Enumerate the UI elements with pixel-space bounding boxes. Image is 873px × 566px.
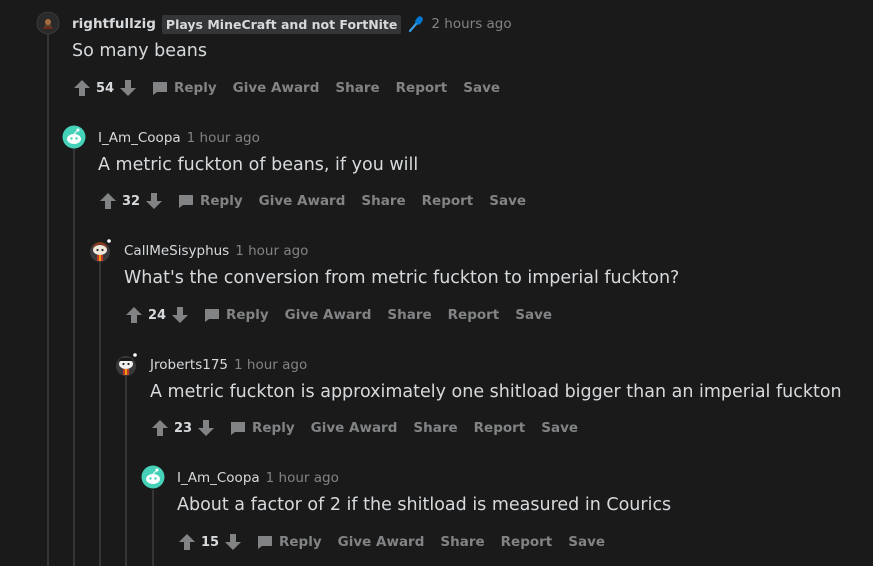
- save-button[interactable]: Save: [541, 420, 578, 436]
- share-button[interactable]: Share: [387, 307, 431, 323]
- give-award-button[interactable]: Give Award: [285, 307, 372, 323]
- reply-label: Reply: [252, 420, 295, 436]
- share-button[interactable]: Share: [361, 193, 405, 209]
- upvote-arrow-icon: [100, 193, 116, 209]
- report-button[interactable]: Report: [422, 193, 474, 209]
- username[interactable]: rightfullzig: [72, 16, 156, 32]
- reply-button[interactable]: Reply: [152, 80, 217, 96]
- threadline-level-5[interactable]: [152, 490, 154, 566]
- comment-body: A metric fuckton is approximately one sh…: [150, 382, 842, 402]
- username[interactable]: I_Am_Coopa: [177, 470, 260, 486]
- give-award-button[interactable]: Give Award: [259, 193, 346, 209]
- threadline-level-3[interactable]: [99, 262, 101, 566]
- vote-score: 15: [200, 534, 220, 550]
- threadline-level-1[interactable]: [47, 34, 49, 566]
- share-button[interactable]: Share: [413, 420, 457, 436]
- give-award-button[interactable]: Give Award: [233, 80, 320, 96]
- downvote-button[interactable]: [223, 532, 243, 552]
- avatar[interactable]: [114, 352, 138, 376]
- avatar[interactable]: [141, 465, 165, 489]
- share-button[interactable]: Share: [335, 80, 379, 96]
- downvote-arrow-icon: [146, 193, 162, 209]
- comment-actions: 32 Reply Give Award Share Report Save: [98, 189, 526, 213]
- report-button[interactable]: Report: [448, 307, 500, 323]
- upvote-arrow-icon: [152, 420, 168, 436]
- snoo-teal-avatar-icon: [141, 465, 165, 489]
- upvote-button[interactable]: [72, 78, 92, 98]
- reply-button[interactable]: Reply: [230, 420, 295, 436]
- save-button[interactable]: Save: [515, 307, 552, 323]
- username[interactable]: CallMeSisyphus: [124, 243, 229, 259]
- comment-bubble-icon: [178, 193, 194, 209]
- comment-bubble-icon: [230, 420, 246, 436]
- give-award-button[interactable]: Give Award: [338, 534, 425, 550]
- upvote-arrow-icon: [126, 307, 142, 323]
- comment-actions: 15 Reply Give Award Share Report Save: [177, 530, 605, 554]
- timestamp[interactable]: 1 hour ago: [235, 243, 308, 259]
- upvote-button[interactable]: [177, 532, 197, 552]
- downvote-arrow-icon: [172, 307, 188, 323]
- reply-label: Reply: [200, 193, 243, 209]
- comment-body: A metric fuckton of beans, if you will: [98, 155, 419, 175]
- comment-bubble-icon: [257, 534, 273, 550]
- upvote-arrow-icon: [179, 534, 195, 550]
- snoo-teal-avatar-icon: [62, 125, 86, 149]
- upvote-button[interactable]: [150, 418, 170, 438]
- downvote-button[interactable]: [196, 418, 216, 438]
- comment-body: About a factor of 2 if the shitload is m…: [177, 495, 672, 515]
- timestamp[interactable]: 1 hour ago: [187, 130, 260, 146]
- reply-label: Reply: [174, 80, 217, 96]
- reply-label: Reply: [226, 307, 269, 323]
- reply-button[interactable]: Reply: [257, 534, 322, 550]
- microphone-icon: [407, 15, 425, 33]
- username[interactable]: I_Am_Coopa: [98, 130, 181, 146]
- dark-character-avatar-icon: [36, 11, 60, 35]
- save-button[interactable]: Save: [568, 534, 605, 550]
- comment-actions: 23 Reply Give Award Share Report Save: [150, 416, 578, 440]
- timestamp[interactable]: 2 hours ago: [431, 16, 511, 32]
- comment-thread: rightfullzig Plays MineCraft and not For…: [0, 0, 873, 566]
- user-flair: Plays MineCraft and not FortNite: [161, 14, 402, 34]
- avatar[interactable]: [36, 11, 60, 35]
- report-button[interactable]: Report: [501, 534, 553, 550]
- comment-actions: 54 Reply Give Award Share Report Save: [72, 76, 500, 100]
- snoo-avatar-icon: [90, 239, 111, 262]
- reply-button[interactable]: Reply: [204, 307, 269, 323]
- save-button[interactable]: Save: [463, 80, 500, 96]
- reply-button[interactable]: Reply: [178, 193, 243, 209]
- avatar[interactable]: [62, 125, 86, 149]
- username[interactable]: Jroberts175: [150, 357, 228, 373]
- comment-actions: 24 Reply Give Award Share Report Save: [124, 303, 552, 327]
- comment-body: What's the conversion from metric fuckto…: [124, 268, 680, 288]
- avatar[interactable]: [88, 238, 112, 262]
- vote-score: 54: [95, 80, 115, 96]
- downvote-arrow-icon: [120, 80, 136, 96]
- reply-label: Reply: [279, 534, 322, 550]
- downvote-button[interactable]: [118, 78, 138, 98]
- downvote-button[interactable]: [144, 191, 164, 211]
- snoo-avatar-icon: [116, 353, 137, 376]
- threadline-level-4[interactable]: [125, 376, 127, 566]
- save-button[interactable]: Save: [489, 193, 526, 209]
- upvote-button[interactable]: [124, 305, 144, 325]
- report-button[interactable]: Report: [474, 420, 526, 436]
- upvote-button[interactable]: [98, 191, 118, 211]
- share-button[interactable]: Share: [440, 534, 484, 550]
- comment-bubble-icon: [152, 80, 168, 96]
- comment-bubble-icon: [204, 307, 220, 323]
- downvote-arrow-icon: [198, 420, 214, 436]
- comment-body: So many beans: [72, 41, 207, 61]
- report-button[interactable]: Report: [396, 80, 448, 96]
- timestamp[interactable]: 1 hour ago: [266, 470, 339, 486]
- upvote-arrow-icon: [74, 80, 90, 96]
- timestamp[interactable]: 1 hour ago: [234, 357, 307, 373]
- vote-score: 24: [147, 307, 167, 323]
- downvote-arrow-icon: [225, 534, 241, 550]
- threadline-level-2[interactable]: [73, 148, 75, 566]
- vote-score: 23: [173, 420, 193, 436]
- give-award-button[interactable]: Give Award: [311, 420, 398, 436]
- downvote-button[interactable]: [170, 305, 190, 325]
- vote-score: 32: [121, 193, 141, 209]
